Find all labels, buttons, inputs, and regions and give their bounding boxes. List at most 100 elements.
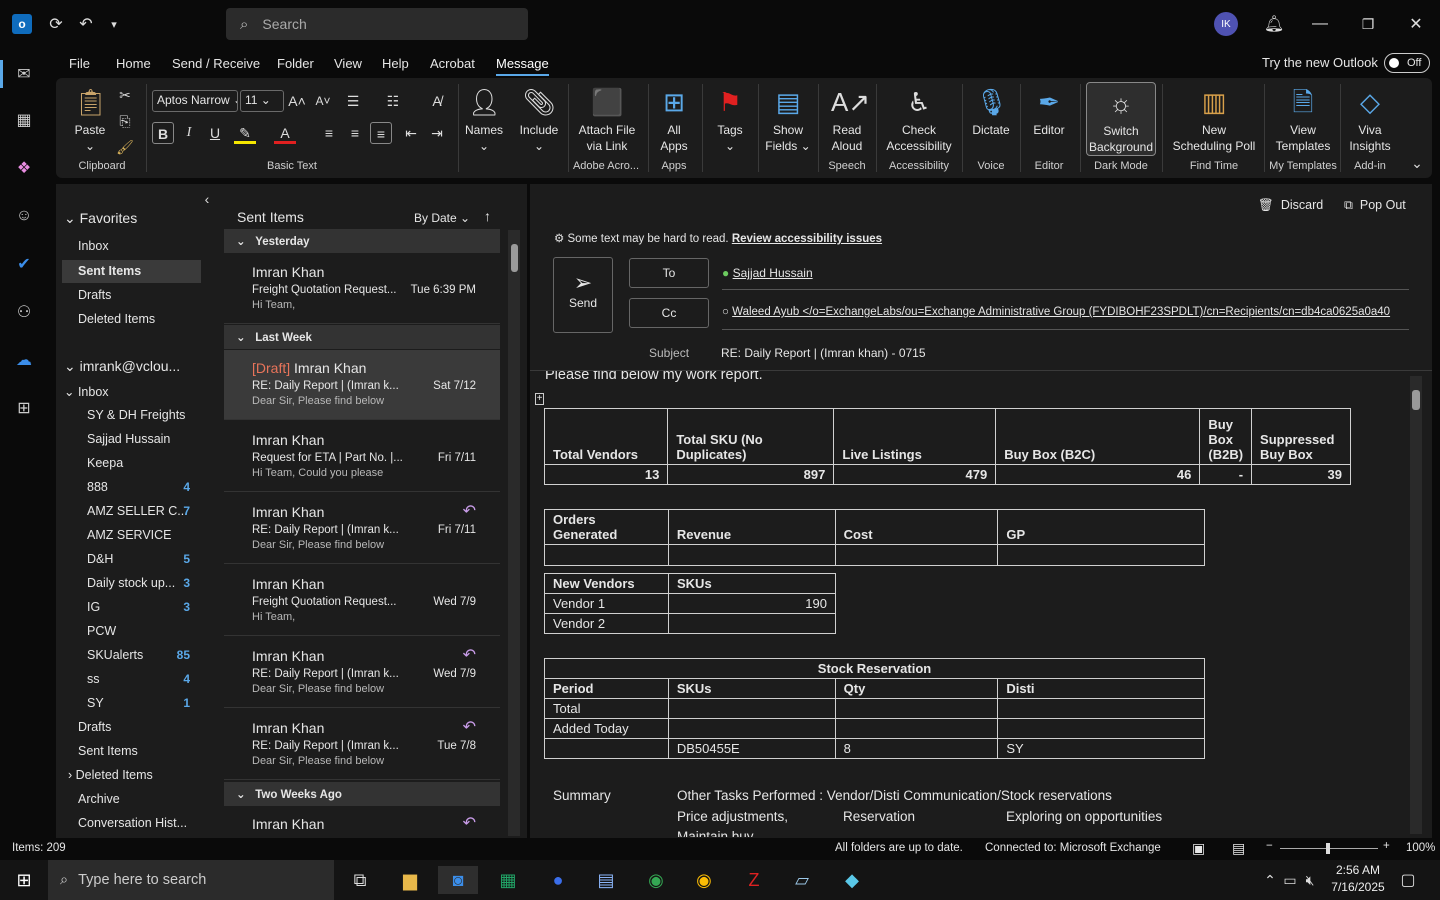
message-list-scrollbar[interactable] [508, 230, 520, 836]
menu-folder[interactable]: Folder [277, 56, 314, 71]
account-header[interactable]: ⌄ imrank@vclou... [64, 358, 180, 375]
chrome-icon[interactable]: ◉ [636, 866, 676, 894]
mail-icon[interactable]: ✉ [12, 62, 36, 86]
group-header-yesterday[interactable]: ⌄ Yesterday [224, 229, 500, 253]
check-accessibility-button[interactable]: ♿︎ Check Accessibility [882, 86, 956, 154]
clock[interactable]: 2:56 AM 7/16/2025 [1330, 863, 1386, 894]
fav-inbox[interactable]: Inbox [78, 239, 109, 253]
increase-indent-icon[interactable]: ⇥ [426, 122, 448, 144]
chrome-profile-icon[interactable]: ◉ [684, 866, 724, 894]
folder-conversation-history[interactable]: Conversation Hist... [78, 816, 187, 830]
inbox-subfolder[interactable]: D&H [87, 552, 113, 566]
volume-muted-icon[interactable]: 🔇︎ [1290, 866, 1330, 894]
filezilla-icon[interactable]: Z [734, 866, 774, 894]
apps-icon[interactable]: ⊞ [12, 396, 36, 420]
quick-access-dropdown-icon[interactable]: ▾ [102, 12, 126, 36]
editor-button[interactable]: ✒ Editor [1026, 86, 1072, 138]
table-move-handle-icon[interactable]: + [535, 393, 544, 405]
inbox-folder[interactable]: ⌄ Inbox [64, 384, 109, 399]
clear-formatting-icon[interactable]: A̸ [426, 90, 448, 112]
sort-by-dropdown[interactable]: By Date ⌄ [414, 211, 470, 225]
message-list-item[interactable]: Imran Khan Freight Quotation Request... We… [224, 566, 500, 636]
names-button[interactable]: 👤︎ Names ⌄ [462, 86, 506, 154]
menu-file[interactable]: File [69, 56, 90, 71]
bullets-icon[interactable]: ☰ [342, 90, 364, 112]
app-icon[interactable]: ◆ [832, 866, 872, 894]
windows-start-icon[interactable]: ⊞ [4, 866, 44, 894]
message-list-scroll-thumb[interactable] [511, 244, 518, 272]
collapse-pane-icon[interactable]: ‹ [196, 188, 218, 210]
to-button[interactable]: To [629, 258, 709, 288]
favorites-header[interactable]: ⌄ Favorites [64, 210, 137, 227]
inbox-subfolder[interactable]: PCW [87, 624, 116, 638]
menu-message[interactable]: Message [496, 56, 549, 71]
menu-acrobat[interactable]: Acrobat [430, 56, 475, 71]
review-accessibility-link[interactable]: Review accessibility issues [732, 233, 882, 245]
close-icon[interactable]: ✕ [1404, 12, 1428, 36]
align-left-icon[interactable]: ≡ [318, 122, 340, 144]
inbox-subfolder[interactable]: ss [87, 672, 100, 686]
group-header-last-week[interactable]: ⌄ Last Week [224, 325, 500, 349]
inbox-subfolder[interactable]: Sajjad Hussain [87, 432, 170, 446]
align-center-icon[interactable]: ≡ [344, 122, 366, 144]
view-templates-button[interactable]: 🗎︎ View Templates [1270, 86, 1336, 154]
underline-button[interactable]: U [204, 122, 226, 144]
task-view-icon[interactable]: ⧉ [340, 866, 380, 894]
menu-send-receive[interactable]: Send / Receive [172, 56, 260, 71]
file-explorer-icon[interactable]: ▆ [390, 866, 430, 894]
bold-button[interactable]: B [152, 122, 174, 144]
folder-drafts[interactable]: Drafts [78, 720, 111, 734]
group-header-two-weeks-ago[interactable]: ⌄ Two Weeks Ago [224, 782, 500, 806]
sort-direction-icon[interactable]: ↑ [484, 208, 491, 224]
to-recipient[interactable]: ● Sajjad Hussain [722, 266, 813, 280]
zoom-slider-thumb[interactable] [1326, 843, 1330, 854]
include-button[interactable]: 📎︎ Include ⌄ [516, 86, 562, 154]
zoom-in-icon[interactable]: + [1383, 840, 1390, 852]
message-body[interactable]: Please find below my work report. + Tota… [530, 371, 1420, 837]
excel-icon[interactable]: ▦ [488, 866, 528, 894]
zoom-out-icon[interactable]: − [1266, 840, 1273, 852]
menu-home[interactable]: Home [116, 56, 151, 71]
highlight-icon[interactable]: ✎ [234, 122, 256, 144]
inbox-subfolder[interactable]: SY [87, 696, 104, 710]
onedrive-icon[interactable]: ☁ [12, 348, 36, 372]
calculator-icon[interactable]: ▤ [586, 866, 626, 894]
font-size-select[interactable]: 11 ⌄ [240, 90, 284, 112]
show-fields-button[interactable]: ▤ Show Fields ⌄ [762, 86, 814, 154]
inbox-subfolder[interactable]: Keepa [87, 456, 123, 470]
restore-icon[interactable]: ❐ [1356, 12, 1380, 36]
taskbar-search-input[interactable]: ⌕ Type here to search [48, 860, 334, 900]
attach-file-via-link-button[interactable]: ⬛ Attach File via Link [574, 86, 640, 154]
new-outlook-toggle[interactable]: Off [1384, 53, 1430, 73]
menu-help[interactable]: Help [382, 56, 409, 71]
body-scroll-thumb[interactable] [1412, 390, 1420, 410]
read-aloud-button[interactable]: A↗ Read Aloud [824, 86, 870, 154]
calendar-icon[interactable]: ▦ [12, 108, 36, 132]
undo-icon[interactable]: ↶ [74, 12, 98, 36]
tags-button[interactable]: ⚑ Tags ⌄ [708, 86, 752, 154]
avatar[interactable]: IK [1214, 12, 1238, 36]
decrease-indent-icon[interactable]: ⇤ [400, 122, 422, 144]
folder-archive[interactable]: Archive [78, 792, 120, 806]
notifications-icon[interactable]: ▢ [1388, 866, 1428, 894]
font-family-select[interactable]: Aptos Narrow ⌄ [152, 90, 238, 112]
message-list-item[interactable]: Imran Khan RE: Daily Report | (Imran k...… [224, 638, 500, 708]
message-list-item[interactable]: Imran Khan RE: Daily Report | (Imran k...… [224, 494, 500, 564]
inbox-subfolder[interactable]: 888 [87, 480, 108, 494]
paste-button[interactable]: 📋︎ Paste ⌄ [70, 86, 110, 154]
all-apps-button[interactable]: ⊞ All Apps [652, 86, 696, 154]
send-button[interactable]: ➢ Send [553, 257, 613, 333]
reading-view-icon[interactable]: ▤ [1232, 840, 1245, 857]
message-list-item[interactable]: Imran Khan Request for ETA | Part No. |..… [224, 422, 500, 492]
copilot-icon[interactable]: ❖ [12, 156, 36, 180]
copy-icon[interactable]: ⎘ [114, 110, 136, 132]
ribbon-expand-icon[interactable]: ⌄ [1406, 152, 1428, 174]
zoom-level[interactable]: 100% [1406, 842, 1435, 854]
subject-input[interactable]: RE: Daily Report | (Imran khan) - 0715 [721, 346, 926, 360]
people-icon[interactable]: ☺ [12, 204, 36, 228]
viva-insights-button[interactable]: ◇ Viva Insights [1346, 86, 1394, 154]
pop-out-button[interactable]: ⧉ Pop Out [1344, 198, 1406, 213]
cc-button[interactable]: Cc [629, 298, 709, 328]
body-scrollbar[interactable] [1410, 376, 1422, 834]
groups-icon[interactable]: ⚇ [12, 300, 36, 324]
